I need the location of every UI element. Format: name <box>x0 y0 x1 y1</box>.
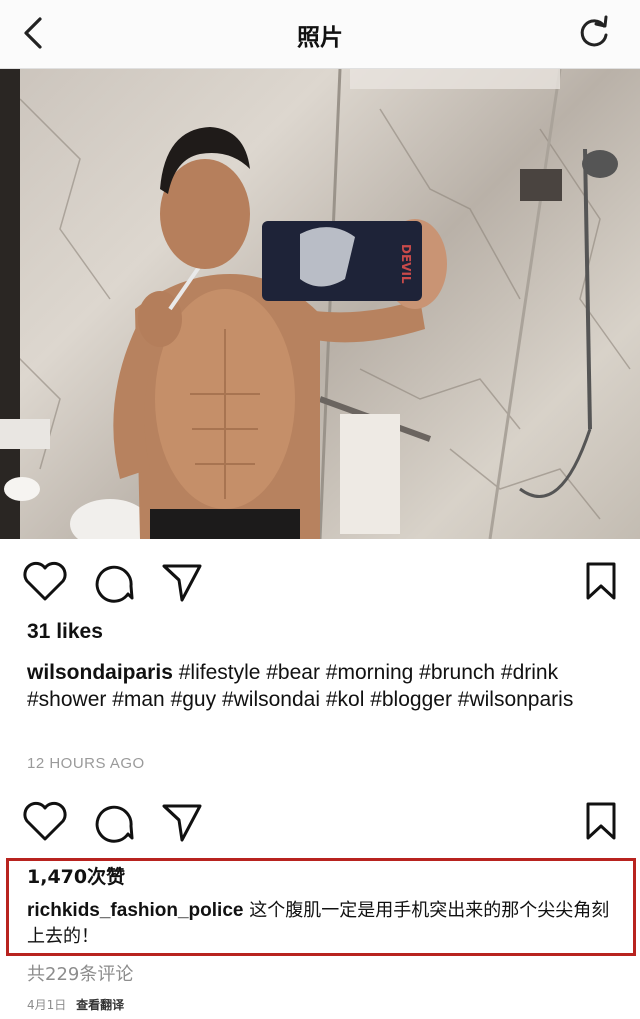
likes-count[interactable]: 31 likes <box>27 620 103 644</box>
bookmark-icon[interactable] <box>585 800 617 844</box>
post-action-bar <box>0 560 640 610</box>
post-date-row: 4月1日 查看翻译 <box>27 996 124 1013</box>
caption-username[interactable]: wilsondaiparis <box>27 661 173 684</box>
bathroom-selfie-image: DEVIL <box>0 69 631 539</box>
repost-likes-count[interactable]: 1,470次赞 <box>27 862 125 889</box>
heart-icon[interactable] <box>22 560 68 602</box>
top-nav-bar: 照片 <box>0 0 640 69</box>
top-comment: richkids_fashion_police 这个腹肌一定是用手机突出来的那个… <box>27 898 622 950</box>
page-title: 照片 <box>297 25 343 51</box>
see-translation-link[interactable]: 查看翻译 <box>76 998 124 1012</box>
post-date: 4月1日 <box>27 998 67 1012</box>
post-timestamp: 12 HOURS AGO <box>27 755 145 772</box>
refresh-icon[interactable] <box>576 14 612 50</box>
phone-case-text: DEVIL <box>399 244 413 284</box>
bookmark-icon[interactable] <box>585 560 617 604</box>
comment-icon[interactable] <box>92 560 136 604</box>
comment-username[interactable]: richkids_fashion_police <box>27 900 243 921</box>
comment-icon[interactable] <box>92 800 136 844</box>
view-all-comments-link[interactable]: 共229条评论 <box>27 960 133 986</box>
share-icon[interactable] <box>160 560 204 604</box>
post-caption: wilsondaiparis #lifestyle #bear #morning… <box>27 659 627 713</box>
post-photo[interactable]: DEVIL <box>0 69 640 539</box>
repost-action-bar <box>0 800 640 850</box>
share-icon[interactable] <box>160 800 204 844</box>
heart-icon[interactable] <box>22 800 68 842</box>
